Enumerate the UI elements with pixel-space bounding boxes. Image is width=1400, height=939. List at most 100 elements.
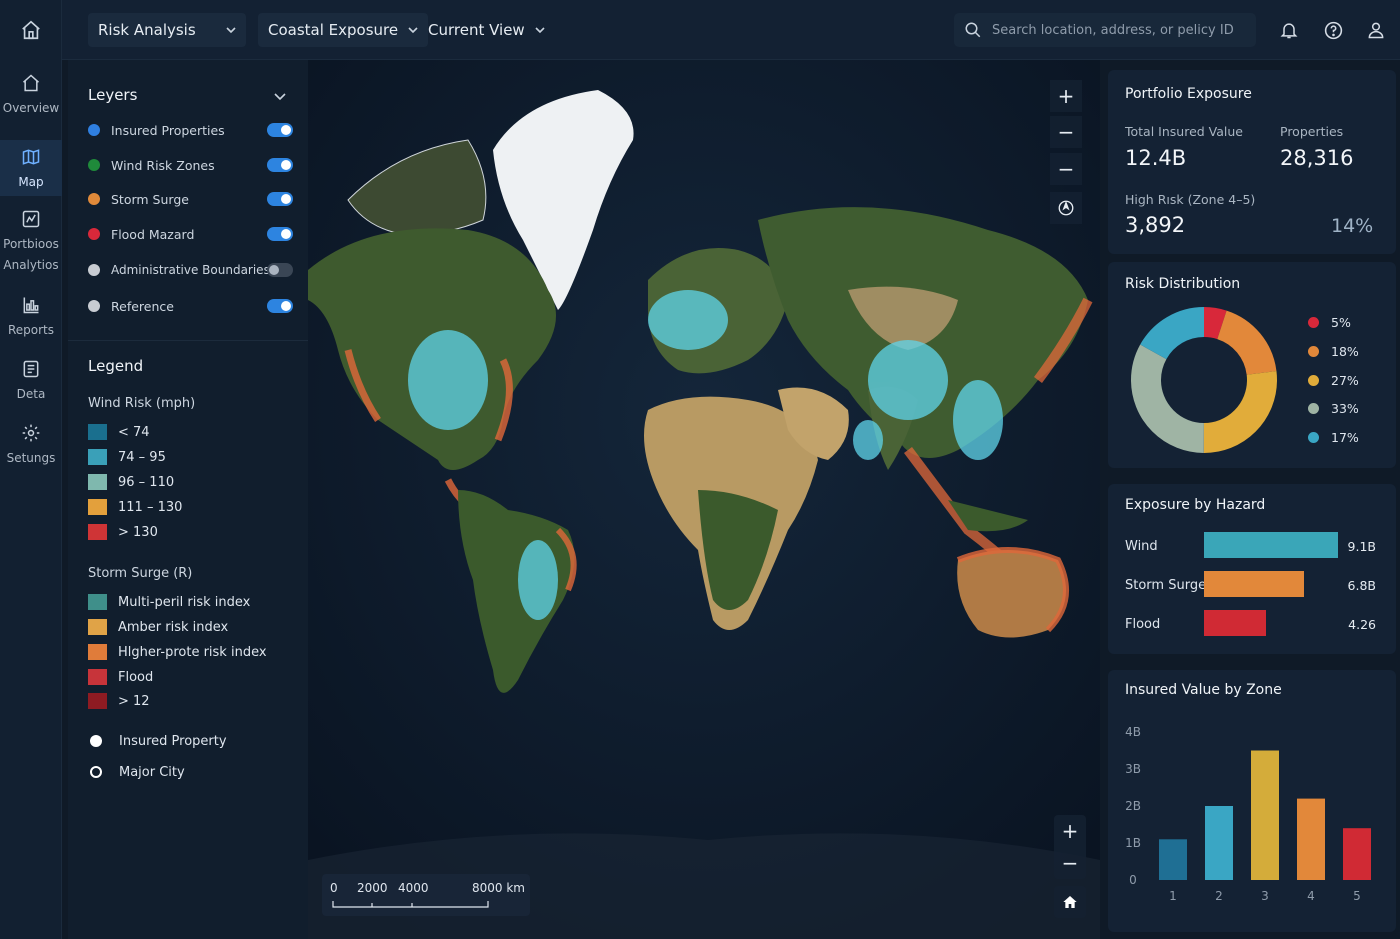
risk-legend-item: 17% [1308,428,1359,446]
y-tick-label: 3B [1125,762,1141,776]
legend-item: > 130 [88,522,158,542]
dropdown-label: Coastal Exposure [268,21,399,39]
legend-swatch [88,499,107,515]
kpi-high-risk-percent: 14% [1331,215,1374,237]
legend-item: > 12 [88,691,150,711]
legend-label: > 130 [118,524,158,540]
legend-label: Major City [119,764,185,780]
card-title: Portfolio Exposure [1125,86,1252,102]
view-dropdown[interactable]: Current View [418,13,555,47]
legend-label: 27% [1331,372,1359,388]
nav-item-settings[interactable]: Setungs [0,422,62,472]
insured-value-by-zone-card: Insured Value by Zone 0 1B 2B 3B 4B 1 2 3 4 5 [1108,670,1396,932]
zone-bar-3 [1251,750,1279,880]
legend-swatch [88,474,107,490]
nav-item-reports[interactable]: Reports [0,294,62,344]
layer-label: Reference [111,298,174,314]
y-tick-label: 1B [1125,836,1141,850]
layer-toggle[interactable] [267,299,293,313]
analysis-dropdown[interactable]: Risk Analysis [88,13,246,47]
layer-row-administrative-boundaries[interactable]: Administrative Boundaries [88,258,293,282]
legend-item-major-city: Major City [88,762,185,782]
card-title: Risk Distribution [1125,276,1241,292]
scale-label: 4000 [398,881,429,895]
legend-label: > 12 [118,693,150,709]
layer-toggle[interactable] [267,263,293,277]
legend-label: Multi-peril risk index [118,594,251,610]
kpi-label: High Rısk (Zone 4–5) [1125,192,1256,207]
risk-legend-item: 5% [1308,313,1351,331]
reports-icon [20,294,42,316]
legend-label: < 74 [118,424,150,440]
world-map[interactable]: + − − + − 0 2000 4000 8000 km [308,60,1100,939]
layer-row-reference[interactable]: Reference [88,294,293,318]
scenario-dropdown[interactable]: Coastal Exposure [258,13,429,47]
legend-dot [1308,431,1319,443]
layer-toggle[interactable] [267,123,293,137]
hazard-value: 6.8B [1347,578,1376,593]
zoom-in-button[interactable]: + [1050,80,1082,112]
legend-swatch [88,619,107,635]
toggle-knob [281,194,291,204]
layer-color-dot [88,228,100,240]
layers-panel: Leyers Insured Properties Wind Risk Zone… [68,60,308,939]
insured-value-bar-chart: 0 1B 2B 3B 4B 1 2 3 4 5 [1125,725,1371,903]
hazard-value: 9.1B [1347,539,1376,554]
x-tick-label: 3 [1261,889,1269,903]
data-icon [20,358,42,380]
zoom-out-button[interactable]: − [1050,116,1082,148]
settings-icon [20,422,42,444]
legend-label: 5% [1331,314,1351,330]
layer-row-storm-surge[interactable]: Storm Surge [88,187,293,211]
hazard-value: 4.26 [1348,617,1376,632]
layer-color-dot [88,124,100,136]
layer-color-dot [88,264,100,276]
reset-view-button[interactable] [1054,886,1086,918]
layer-row-insured-properties[interactable]: Insured Properties [88,118,293,142]
legend-swatch [88,644,107,660]
nav-rail: Overview Map Portbioos Analytios Reports [0,0,62,939]
legend-dot [1308,345,1319,357]
search-input[interactable] [992,22,1242,38]
layer-row-flood-hazard[interactable]: Flood Mazard [88,222,293,246]
layer-label: Wind Risk Zones [111,157,215,173]
card-title: Exposure by Hazard [1125,497,1266,513]
legend-dot [1308,316,1319,328]
storm-surge-title: Storm Surge (R) [88,566,193,581]
home-button[interactable] [0,0,62,60]
legend-label: 96 – 110 [118,474,175,490]
risk-legend-item: 33% [1308,399,1359,417]
chevron-down-icon [535,25,545,35]
scale-bar: 0 2000 4000 8000 km [322,874,530,916]
nav-item-overview[interactable]: Overview [0,72,62,126]
nav-item-portfolios[interactable]: Portbioos Analytios [0,208,62,278]
user-icon [1368,22,1384,39]
notifications-button[interactable] [1277,18,1301,42]
layer-color-dot [88,159,100,171]
toggle-knob [281,301,291,311]
legend-label: 111 – 130 [118,499,183,515]
user-button[interactable] [1364,18,1388,42]
layer-toggle[interactable] [267,192,293,206]
legend-item-insured-property: Insured Property [88,731,227,751]
home-icon [1063,896,1077,908]
layers-title: Leyers [88,86,138,104]
layer-row-wind-risk-zones[interactable]: Wind Risk Zones [88,153,293,177]
legend-item: Hlgher-prote risk index [88,642,267,662]
hazard-bar-wind [1204,532,1338,558]
compass-icon [1058,200,1074,216]
chevron-down-icon[interactable] [274,90,286,102]
zoom-out-button-bottom[interactable]: − [1054,847,1086,879]
zoom-in-button-bottom[interactable]: + [1054,815,1086,847]
layer-toggle[interactable] [267,158,293,172]
help-button[interactable] [1321,18,1345,42]
zoom-out-button-secondary[interactable]: − [1050,153,1082,185]
nav-item-data[interactable]: Deta [0,358,62,408]
compass-button[interactable] [1050,192,1082,224]
nav-label: Reports [7,323,55,337]
nav-item-map[interactable]: Map [0,140,62,196]
legend-dot [1308,374,1319,386]
x-tick-label: 5 [1353,889,1361,903]
layer-toggle[interactable] [267,227,293,241]
risk-legend-item: 27% [1308,371,1359,389]
